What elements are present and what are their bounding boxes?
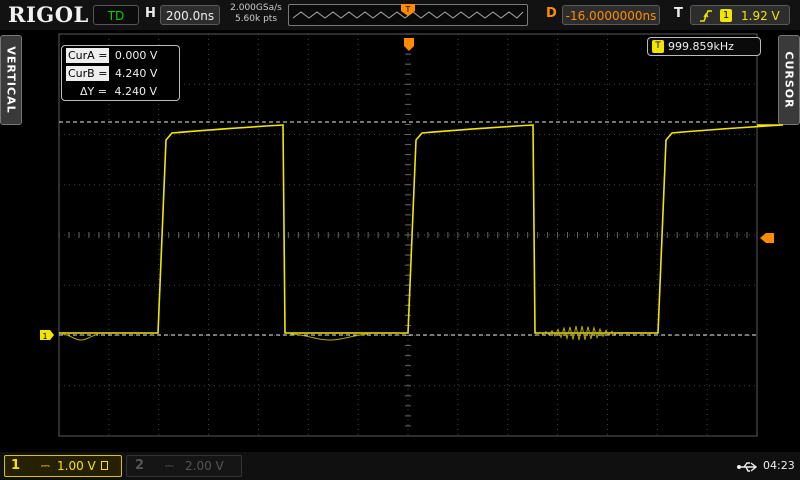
trigger-level-marker-icon — [760, 233, 774, 243]
cursor-b-value: 4.240 V — [114, 67, 158, 80]
cursor-delta-row: ΔY = 4.240 V — [66, 84, 157, 99]
channel-2-scale: 2.00 V — [185, 459, 224, 473]
frequency-source-badge: T — [652, 40, 664, 53]
cursor-delta-value: 4.240 V — [114, 85, 157, 98]
trigger-time-marker-icon — [404, 38, 414, 51]
clock: 04:23 — [763, 459, 795, 472]
channel-1-coupling-icon: ⎓ — [41, 459, 50, 472]
cursor-readout: CurA = 0.000 V CurB = 4.240 V ΔY = 4.240… — [61, 45, 180, 101]
channel-1-tab[interactable]: 1 ⎓ 1.00 V — [4, 455, 122, 477]
bandwidth-limit-icon — [101, 461, 108, 470]
cursor-a-row: CurA = 0.000 V — [66, 48, 157, 63]
channel-1-marker-label: 1 — [42, 332, 47, 341]
channel-1-waveform — [59, 124, 784, 334]
channel-2-tab[interactable]: 2 ⎓ 2.00 V — [126, 455, 242, 477]
channel-1-number: 1 — [11, 458, 21, 473]
cursor-b-row: CurB = 4.240 V — [66, 66, 157, 81]
channel-2-coupling-icon: ⎓ — [165, 459, 174, 472]
cursor-b-label: CurB = — [66, 66, 110, 81]
usb-icon — [737, 462, 758, 472]
channel-1-scale: 1.00 V — [57, 459, 96, 473]
frequency-counter: T 999.859kHz — [647, 37, 761, 56]
cursor-a-value: 0.000 V — [114, 49, 158, 62]
cursor-a-label: CurA = — [66, 48, 110, 63]
cursor-delta-label: ΔY = — [80, 85, 107, 98]
channel-2-number: 2 — [135, 458, 145, 473]
frequency-value: 999.859kHz — [668, 40, 734, 53]
